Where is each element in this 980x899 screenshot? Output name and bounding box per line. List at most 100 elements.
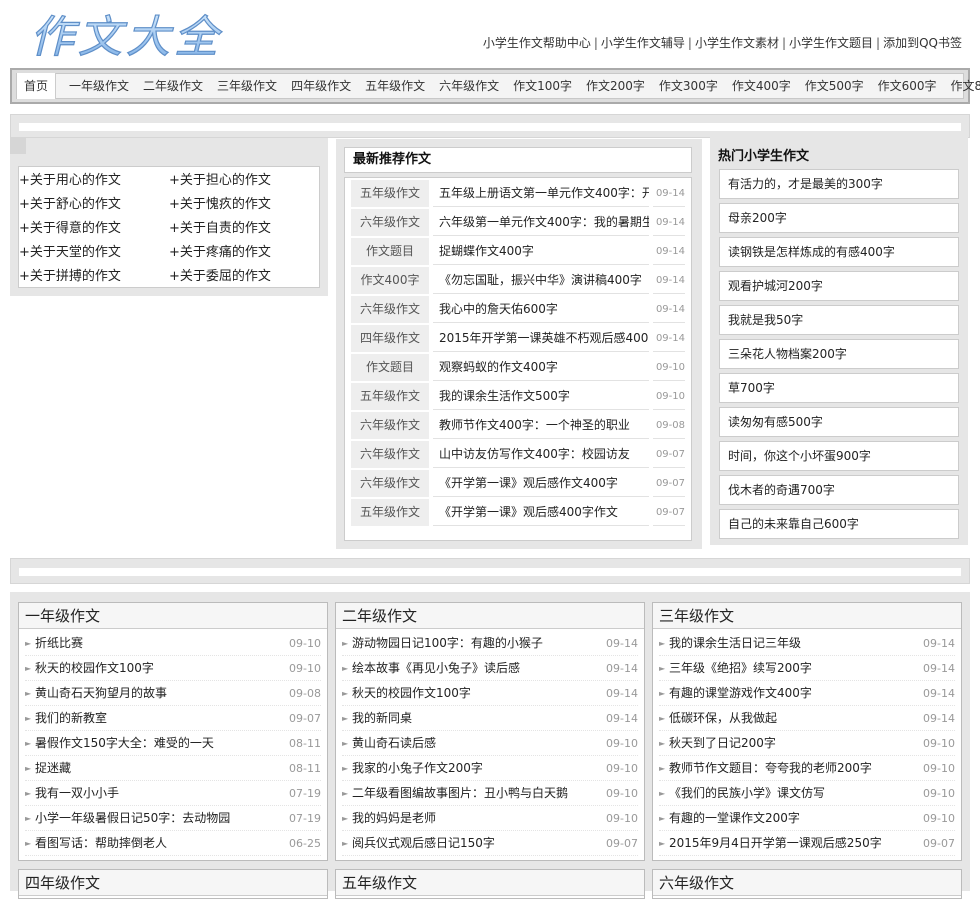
- article-link[interactable]: 秋天的校园作文100字: [352, 681, 602, 705]
- article-link[interactable]: 小学一年级暑假日记50字：去动物园: [35, 806, 285, 830]
- topic-link[interactable]: +关于疼痛的作文: [169, 241, 319, 265]
- topic-link[interactable]: +关于委屈的作文: [169, 265, 319, 289]
- recommend-title-link[interactable]: 六年级第一单元作文400字：我的暑期生: [433, 209, 649, 236]
- grade-title[interactable]: 一年级作文: [19, 603, 327, 629]
- hot-item[interactable]: 读钢铁是怎样炼成的有感400字: [719, 237, 959, 267]
- recommend-category[interactable]: 五年级作文: [351, 383, 429, 410]
- nav-item[interactable]: 六年级作文: [432, 73, 506, 99]
- site-logo[interactable]: 作文大全: [28, 8, 243, 64]
- hot-item[interactable]: 伐木者的奇遇700字: [719, 475, 959, 505]
- recommend-title-link[interactable]: 《开学第一课》观后感400字作文: [433, 499, 649, 526]
- recommend-title-link[interactable]: 《勿忘国耻，振兴中华》演讲稿400字: [433, 267, 649, 294]
- hot-item[interactable]: 有活力的，才是最美的300字: [719, 169, 959, 199]
- article-link[interactable]: 黄山奇石读后感: [352, 731, 602, 755]
- top-link-material[interactable]: 小学生作文素材: [695, 36, 779, 50]
- hot-item[interactable]: 自己的未来靠自己600字: [719, 509, 959, 539]
- banner-bar: [10, 114, 970, 138]
- recommend-category[interactable]: 六年级作文: [351, 470, 429, 497]
- topic-link[interactable]: +关于天堂的作文: [19, 241, 169, 265]
- nav-item[interactable]: 一年级作文: [62, 73, 136, 99]
- nav-item[interactable]: 四年级作文: [284, 73, 358, 99]
- grade-title[interactable]: 四年级作文: [19, 870, 327, 896]
- nav-home[interactable]: 首页: [17, 73, 57, 99]
- recommend-title-link[interactable]: 教师节作文400字：一个神圣的职业: [433, 412, 649, 439]
- recommend-title-link[interactable]: 我的课余生活作文500字: [433, 383, 649, 410]
- recommend-category[interactable]: 四年级作文: [351, 325, 429, 352]
- article-link[interactable]: 秋天的校园作文100字: [35, 656, 285, 680]
- article-link[interactable]: 绘本故事《再见小兔子》读后感: [352, 656, 602, 680]
- article-link[interactable]: 2015年9月4日开学第一课观后感250字: [669, 831, 919, 855]
- nav-item[interactable]: 作文300字: [652, 73, 725, 99]
- recommend-category[interactable]: 六年级作文: [351, 209, 429, 236]
- article-link[interactable]: 阅兵仪式观后感日记150字: [352, 831, 602, 855]
- recommend-title-link[interactable]: 山中访友仿写作文400字：校园访友: [433, 441, 649, 468]
- article-link[interactable]: 有趣的课堂游戏作文400字: [669, 681, 919, 705]
- recommend-category[interactable]: 六年级作文: [351, 412, 429, 439]
- article-link[interactable]: 秋天到了日记200字: [669, 731, 919, 755]
- article-link[interactable]: 我的妈妈是老师: [352, 806, 602, 830]
- hot-item[interactable]: 时间，你这个小坏蛋900字: [719, 441, 959, 471]
- top-link-topics[interactable]: 小学生作文题目: [789, 36, 873, 50]
- list-item: ► 看图写话：帮助摔倒老人 06-25: [25, 831, 321, 856]
- recommend-category[interactable]: 六年级作文: [351, 441, 429, 468]
- topic-link[interactable]: +关于舒心的作文: [19, 193, 169, 217]
- nav-item[interactable]: 五年级作文: [358, 73, 432, 99]
- nav-item[interactable]: 作文500字: [798, 73, 871, 99]
- article-link[interactable]: 二年级看图编故事图片：丑小鸭与白天鹅: [352, 781, 602, 805]
- nav-item[interactable]: 作文400字: [725, 73, 798, 99]
- grade-title[interactable]: 二年级作文: [336, 603, 644, 629]
- topic-link[interactable]: +关于担心的作文: [169, 169, 319, 193]
- recommend-category[interactable]: 作文400字: [351, 267, 429, 294]
- recommend-category[interactable]: 作文题目: [351, 354, 429, 381]
- article-link[interactable]: 低碳环保，从我做起: [669, 706, 919, 730]
- topic-link[interactable]: +关于用心的作文: [19, 169, 169, 193]
- nav-item[interactable]: 三年级作文: [210, 73, 284, 99]
- topic-link[interactable]: +关于自责的作文: [169, 217, 319, 241]
- topic-link[interactable]: +关于拼搏的作文: [19, 265, 169, 289]
- hot-item[interactable]: 观看护城河200字: [719, 271, 959, 301]
- recommend-title-link[interactable]: 五年级上册语文第一单元作文400字：开: [433, 180, 649, 207]
- article-link[interactable]: 我家的小兔子作文200字: [352, 756, 602, 780]
- article-link[interactable]: 看图写话：帮助摔倒老人: [35, 831, 285, 855]
- article-link[interactable]: 黄山奇石天狗望月的故事: [35, 681, 285, 705]
- recommend-category[interactable]: 作文题目: [351, 238, 429, 265]
- nav-item[interactable]: 作文100字: [506, 73, 579, 99]
- article-link[interactable]: 我有一双小小手: [35, 781, 285, 805]
- article-link[interactable]: 三年级《绝招》续写200字: [669, 656, 919, 680]
- recommend-title-link[interactable]: 我心中的詹天佑600字: [433, 296, 649, 323]
- nav-item[interactable]: 作文800字: [944, 73, 980, 99]
- article-link[interactable]: 折纸比赛: [35, 631, 285, 655]
- recommend-title-link[interactable]: 《开学第一课》观后感作文400字: [433, 470, 649, 497]
- article-link[interactable]: 我的课余生活日记三年级: [669, 631, 919, 655]
- top-link-tutoring[interactable]: 小学生作文辅导: [601, 36, 685, 50]
- top-link-bookmark[interactable]: 添加到QQ书签: [883, 36, 962, 50]
- article-link[interactable]: 《我们的民族小学》课文仿写: [669, 781, 919, 805]
- hot-item[interactable]: 草700字: [719, 373, 959, 403]
- article-link[interactable]: 有趣的一堂课作文200字: [669, 806, 919, 830]
- recommend-category[interactable]: 六年级作文: [351, 296, 429, 323]
- recommend-category[interactable]: 五年级作文: [351, 499, 429, 526]
- nav-item[interactable]: 作文600字: [871, 73, 944, 99]
- article-link[interactable]: 暑假作文150字大全：难受的一天: [35, 731, 285, 755]
- article-link[interactable]: 我的新同桌: [352, 706, 602, 730]
- article-link[interactable]: 教师节作文题目：夸夸我的老师200字: [669, 756, 919, 780]
- grade-title[interactable]: 五年级作文: [336, 870, 644, 896]
- recommend-title-link[interactable]: 捉蝴蝶作文400字: [433, 238, 649, 265]
- hot-item[interactable]: 三朵花人物档案200字: [719, 339, 959, 369]
- article-link[interactable]: 捉迷藏: [35, 756, 285, 780]
- hot-item[interactable]: 我就是我50字: [719, 305, 959, 335]
- topic-link[interactable]: +关于愧疚的作文: [169, 193, 319, 217]
- hot-item[interactable]: 读匆匆有感500字: [719, 407, 959, 437]
- topic-link[interactable]: +关于得意的作文: [19, 217, 169, 241]
- nav-item[interactable]: 二年级作文: [136, 73, 210, 99]
- recommend-title-link[interactable]: 观察蚂蚁的作文400字: [433, 354, 649, 381]
- top-link-help[interactable]: 小学生作文帮助中心: [483, 36, 591, 50]
- grade-title[interactable]: 三年级作文: [653, 603, 961, 629]
- hot-item[interactable]: 母亲200字: [719, 203, 959, 233]
- recommend-title-link[interactable]: 2015年开学第一课英雄不朽观后感400字: [433, 325, 649, 352]
- nav-item[interactable]: 作文200字: [579, 73, 652, 99]
- article-link[interactable]: 我们的新教室: [35, 706, 285, 730]
- recommend-category[interactable]: 五年级作文: [351, 180, 429, 207]
- article-link[interactable]: 游动物园日记100字：有趣的小猴子: [352, 631, 602, 655]
- grade-title[interactable]: 六年级作文: [653, 870, 961, 896]
